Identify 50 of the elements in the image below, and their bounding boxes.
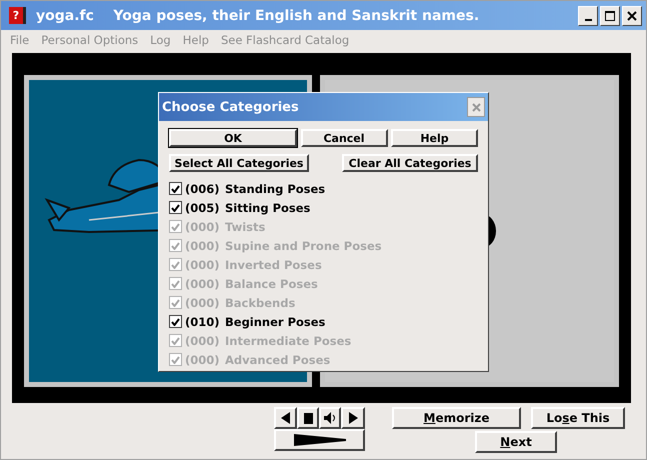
category-name: Advanced Poses [225, 352, 330, 366]
volume-button[interactable] [274, 429, 365, 451]
category-count: (000) [185, 296, 221, 310]
maximize-button[interactable] [600, 6, 620, 26]
sound-button[interactable] [319, 407, 341, 429]
select-all-button[interactable]: Select All Categories [169, 154, 309, 172]
action-button[interactable]: Lose This [531, 407, 625, 429]
category-name: Intermediate Poses [225, 334, 352, 348]
category-name: Beginner Poses [225, 314, 326, 328]
category-count: (005) [185, 200, 221, 214]
checkbox[interactable] [169, 201, 182, 214]
previous-button[interactable] [274, 407, 297, 429]
minimize-button[interactable] [578, 6, 598, 26]
action-button[interactable]: Memorize [392, 407, 521, 429]
category-count: (000) [185, 352, 221, 366]
category-name: Twists [225, 220, 266, 234]
category-name: Standing Poses [225, 182, 326, 196]
category-name: Backbends [225, 296, 296, 310]
speaker-icon [324, 412, 336, 424]
checkbox[interactable] [169, 315, 182, 328]
clear-all-button[interactable]: Clear All Categories [342, 154, 478, 172]
close-icon [627, 10, 637, 20]
wedge-icon [294, 434, 346, 446]
minimize-icon [584, 18, 592, 20]
category-count: (000) [185, 334, 221, 348]
category-count: (000) [185, 276, 221, 290]
category-count: (000) [185, 220, 221, 234]
stop-button[interactable] [297, 407, 319, 429]
window-title: yoga.fc Yoga poses, their English and Sanskrit names. [36, 8, 480, 24]
checkbox[interactable] [169, 182, 182, 195]
category-count: (000) [185, 258, 221, 272]
category-count: (000) [185, 238, 221, 252]
app-icon: ? [9, 7, 26, 24]
category-count: (010) [185, 314, 221, 328]
dialog-button[interactable]: Help [391, 129, 478, 147]
left-triangle-icon [281, 412, 290, 424]
next-arrow-button[interactable] [341, 407, 365, 429]
action-button[interactable]: Next [475, 431, 557, 453]
category-name: Supine and Prone Poses [225, 238, 382, 252]
dialog-button[interactable]: OK [169, 129, 297, 147]
dialog-button[interactable]: Cancel [300, 129, 388, 147]
right-triangle-icon [348, 412, 358, 424]
category-count: (006) [185, 182, 221, 196]
maximize-icon [605, 10, 615, 20]
category-name: Inverted Poses [225, 258, 322, 272]
category-name: Balance Poses [225, 276, 318, 290]
stop-icon [304, 412, 312, 424]
category-name: Sitting Poses [225, 200, 310, 214]
dialog-title: Choose Categories [162, 100, 299, 114]
close-icon [472, 102, 480, 112]
